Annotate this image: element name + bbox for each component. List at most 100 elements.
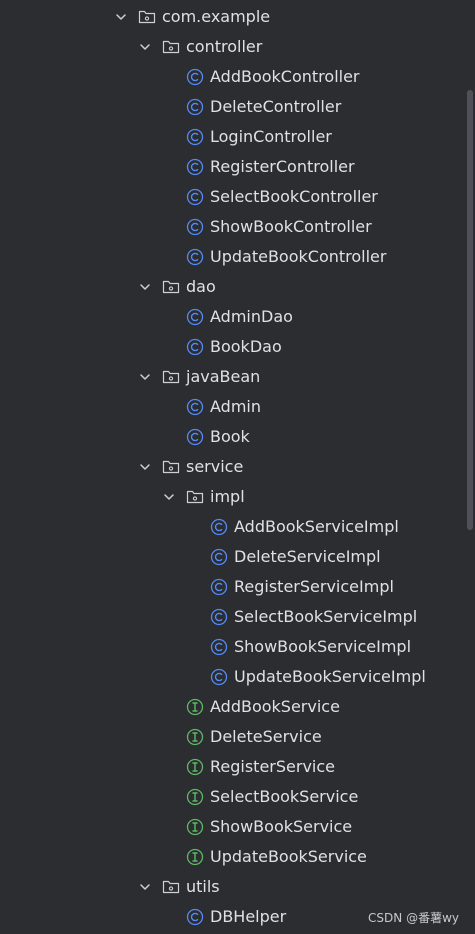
tree-item-label: LoginController: [210, 127, 332, 146]
package-folder-icon: [162, 458, 180, 476]
tree-item-showbookserviceimpl[interactable]: ShowBookServiceImpl: [0, 632, 475, 662]
tree-item-label: Admin: [210, 397, 261, 416]
chevron-down-icon[interactable]: [138, 370, 152, 384]
tree-item-registerserviceimpl[interactable]: RegisterServiceImpl: [0, 572, 475, 602]
java-class-icon: [186, 338, 204, 356]
java-class-icon: [186, 428, 204, 446]
tree-item-utils[interactable]: utils: [0, 872, 475, 902]
java-class-icon: [186, 98, 204, 116]
tree-item-controller[interactable]: controller: [0, 32, 475, 62]
tree-item-bookdao[interactable]: BookDao: [0, 332, 475, 362]
java-interface-icon: [186, 728, 204, 746]
tree-item-registercontroller[interactable]: RegisterController: [0, 152, 475, 182]
tree-item-deleteservice[interactable]: DeleteService: [0, 722, 475, 752]
tree-item-label: com.example: [162, 7, 271, 26]
tree-item-registerservice[interactable]: RegisterService: [0, 752, 475, 782]
tree-item-label: AddBookService: [210, 697, 340, 716]
tree-item-label: AdminDao: [210, 307, 293, 326]
java-class-icon: [186, 68, 204, 86]
tree-item-label: dao: [186, 277, 216, 296]
tree-item-dao[interactable]: dao: [0, 272, 475, 302]
watermark: CSDN @番薯wy: [368, 911, 459, 925]
package-folder-icon: [162, 38, 180, 56]
tree-rows: com.example controller AddBookController De…: [0, 2, 475, 932]
java-interface-icon: [186, 758, 204, 776]
java-class-icon: [186, 908, 204, 926]
tree-item-showbookservice[interactable]: ShowBookService: [0, 812, 475, 842]
chevron-down-icon[interactable]: [114, 10, 128, 24]
tree-item-selectbookserviceimpl[interactable]: SelectBookServiceImpl: [0, 602, 475, 632]
vertical-scrollbar[interactable]: [467, 90, 473, 530]
tree-item-label: RegisterController: [210, 157, 355, 176]
tree-item-label: utils: [186, 877, 220, 896]
tree-item-deletecontroller[interactable]: DeleteController: [0, 92, 475, 122]
project-tree: com.example controller AddBookController De…: [0, 0, 475, 934]
java-class-icon: [210, 668, 228, 686]
java-class-icon: [210, 578, 228, 596]
tree-item-label: DeleteController: [210, 97, 342, 116]
java-class-icon: [186, 308, 204, 326]
tree-item-label: impl: [210, 487, 245, 506]
chevron-down-icon[interactable]: [138, 460, 152, 474]
tree-item-label: DeleteServiceImpl: [234, 547, 381, 566]
chevron-down-icon[interactable]: [138, 40, 152, 54]
java-class-icon: [186, 158, 204, 176]
tree-item-service[interactable]: service: [0, 452, 475, 482]
java-class-icon: [186, 188, 204, 206]
tree-item-impl[interactable]: impl: [0, 482, 475, 512]
tree-item-admin[interactable]: Admin: [0, 392, 475, 422]
tree-item-showbookcontroller[interactable]: ShowBookController: [0, 212, 475, 242]
tree-item-label: UpdateBookController: [210, 247, 387, 266]
tree-item-label: controller: [186, 37, 263, 56]
tree-item-javabean[interactable]: javaBean: [0, 362, 475, 392]
java-class-icon: [210, 518, 228, 536]
tree-item-deleteserviceimpl[interactable]: DeleteServiceImpl: [0, 542, 475, 572]
tree-item-logincontroller[interactable]: LoginController: [0, 122, 475, 152]
package-folder-icon: [162, 278, 180, 296]
java-class-icon: [186, 398, 204, 416]
java-interface-icon: [186, 818, 204, 836]
tree-item-addbookserviceimpl[interactable]: AddBookServiceImpl: [0, 512, 475, 542]
tree-item-updatebookserviceimpl[interactable]: UpdateBookServiceImpl: [0, 662, 475, 692]
java-class-icon: [210, 608, 228, 626]
tree-item-com-example[interactable]: com.example: [0, 2, 475, 32]
tree-item-addbookservice[interactable]: AddBookService: [0, 692, 475, 722]
tree-item-admindao[interactable]: AdminDao: [0, 302, 475, 332]
tree-item-label: BookDao: [210, 337, 282, 356]
tree-item-selectbookcontroller[interactable]: SelectBookController: [0, 182, 475, 212]
tree-item-label: UpdateBookService: [210, 847, 367, 866]
tree-item-label: AddBookServiceImpl: [234, 517, 399, 536]
tree-item-selectbookservice[interactable]: SelectBookService: [0, 782, 475, 812]
tree-item-updatebookcontroller[interactable]: UpdateBookController: [0, 242, 475, 272]
tree-item-updatebookservice[interactable]: UpdateBookService: [0, 842, 475, 872]
tree-item-label: AddBookController: [210, 67, 360, 86]
chevron-down-icon[interactable]: [138, 880, 152, 894]
chevron-down-icon[interactable]: [138, 280, 152, 294]
tree-item-addbookcontroller[interactable]: AddBookController: [0, 62, 475, 92]
tree-item-label: SelectBookController: [210, 187, 378, 206]
java-interface-icon: [186, 698, 204, 716]
chevron-down-icon[interactable]: [162, 490, 176, 504]
tree-item-label: DBHelper: [210, 907, 287, 926]
tree-item-label: DeleteService: [210, 727, 322, 746]
package-folder-icon: [162, 878, 180, 896]
tree-item-book[interactable]: Book: [0, 422, 475, 452]
